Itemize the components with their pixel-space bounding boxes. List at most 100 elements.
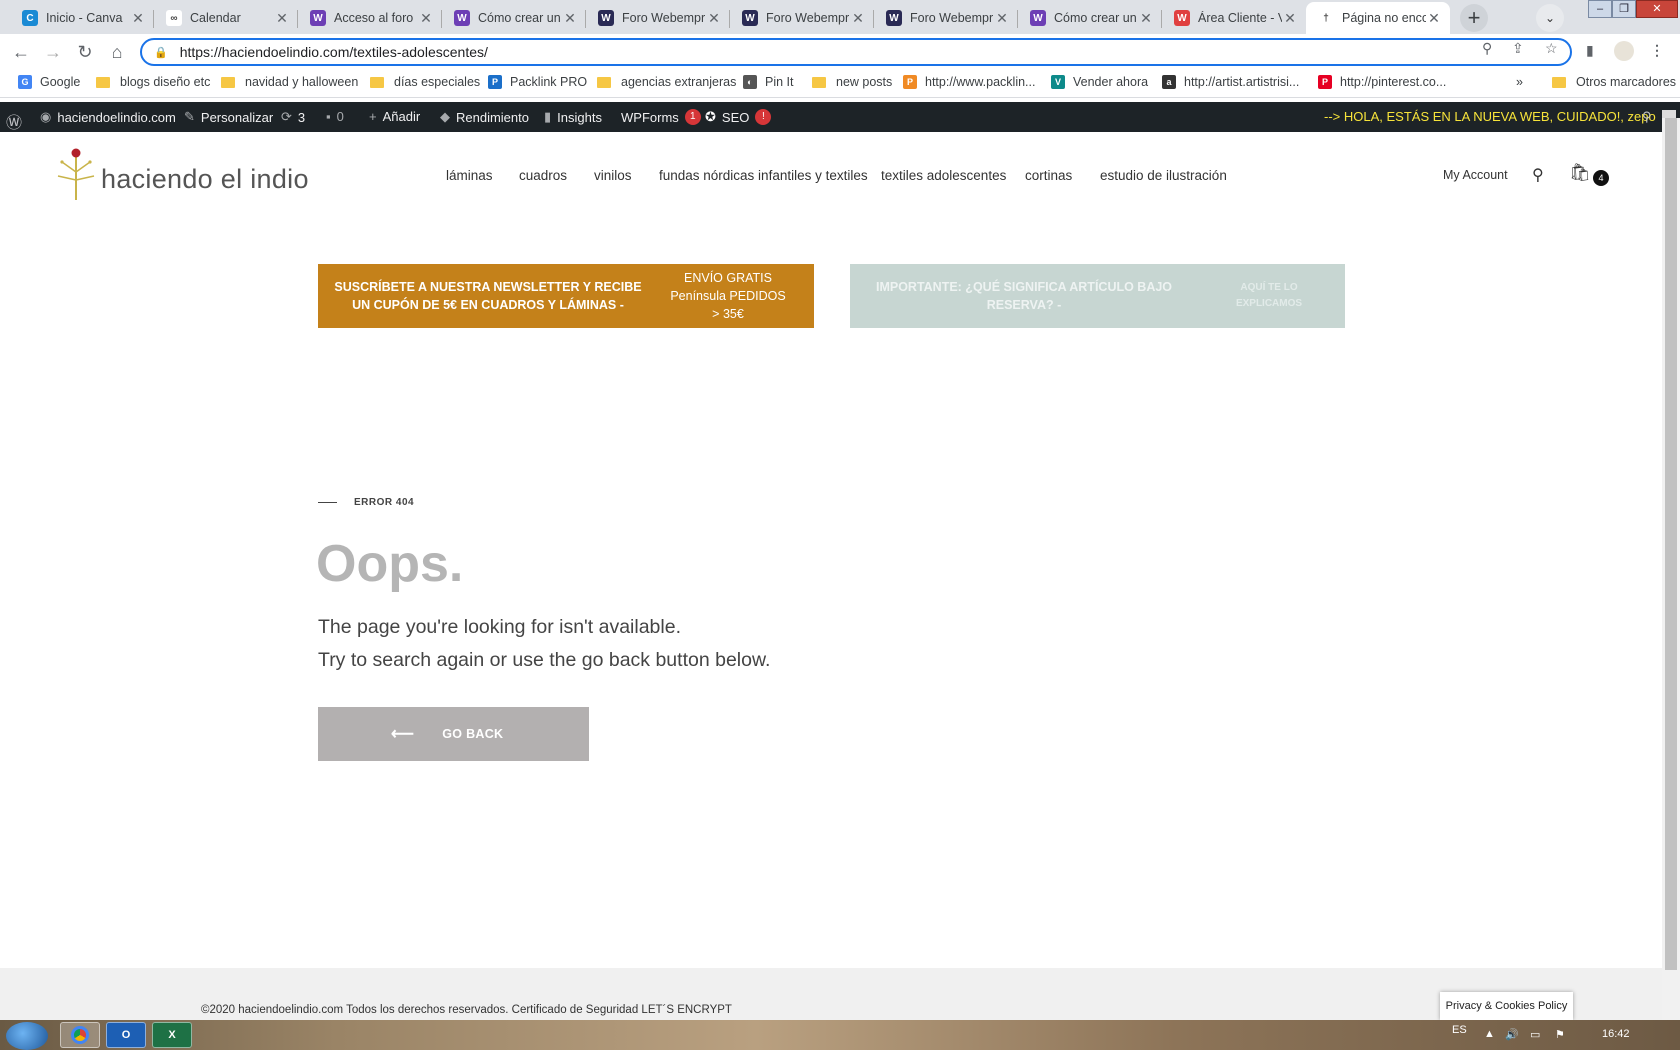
browser-tab[interactable]: ∞ Calendar ✕ — [154, 2, 298, 34]
search-icon[interactable]: ⚲ — [1532, 165, 1544, 185]
close-tab-icon[interactable]: ✕ — [418, 10, 434, 27]
tab-title: Foro Webempr — [766, 11, 850, 25]
admin-wpforms-link[interactable]: WPForms 1 — [621, 109, 701, 125]
zoom-icon[interactable]: ⚲ — [1482, 40, 1492, 57]
browser-tab[interactable]: W Foro Webempr ✕ — [586, 2, 730, 34]
admin-add-link[interactable]: + Añadir — [369, 109, 420, 124]
admin-performance-link[interactable]: ◆ Rendimiento — [440, 109, 529, 125]
folder-icon — [96, 76, 110, 88]
share-icon[interactable]: ⇪ — [1512, 40, 1524, 57]
back-icon[interactable]: ← — [10, 41, 32, 63]
admin-greeting[interactable]: --> HOLA, ESTÁS EN LA NUEVA WEB, CUIDADO… — [1324, 109, 1676, 124]
bookmark-label: http://artist.artistrisi... — [1184, 75, 1300, 89]
close-tab-icon[interactable]: ✕ — [994, 10, 1010, 27]
browser-tab[interactable]: W Acceso al foro ✕ — [298, 2, 442, 34]
browser-tab[interactable]: W Cómo crear un ✕ — [1018, 2, 1162, 34]
star-icon[interactable]: ☆ — [1545, 40, 1558, 57]
reload-icon[interactable]: ↻ — [74, 41, 96, 63]
maximize-icon[interactable]: ❐ — [1612, 0, 1636, 18]
bookmark-item[interactable]: a http://artist.artistrisi... — [1162, 75, 1299, 89]
nav-fundas-nordicas[interactable]: fundas nórdicas infantiles y textiles — [659, 168, 868, 183]
footer-copyright: ©2020 haciendoelindio.com Todos los dere… — [201, 1004, 732, 1016]
close-tab-icon[interactable]: ✕ — [562, 10, 578, 27]
admin-seo-label: SEO — [721, 109, 750, 125]
address-bar[interactable]: 🔒 https://haciendoelindio.com/textiles-a… — [140, 38, 1572, 66]
network-icon[interactable]: ▭ — [1530, 1028, 1540, 1041]
reservation-link[interactable]: AQUÍ TE LO EXPLICAMOS — [1190, 280, 1330, 312]
browser-tab[interactable]: W Foro Webempr ✕ — [730, 2, 874, 34]
admin-seo-link[interactable]: ✪ SEO! — [705, 109, 772, 125]
bookmark-item[interactable]: Phttp://pinterest.co... — [1318, 75, 1446, 89]
browser-tab[interactable]: W Área Cliente - V ✕ — [1162, 2, 1306, 34]
nav-cuadros[interactable]: cuadros — [519, 168, 567, 183]
home-icon[interactable]: ⌂ — [106, 41, 128, 63]
go-back-button[interactable]: ⟵ GO BACK — [318, 707, 589, 761]
browser-tab[interactable]: C Inicio - Canva ✕ — [10, 2, 154, 34]
bookmark-item[interactable]: P Packlink PRO — [488, 75, 587, 89]
start-button[interactable] — [6, 1022, 48, 1050]
outlook-taskbar-icon[interactable]: O — [106, 1022, 146, 1048]
browser-tab[interactable]: W Foro Webempr ✕ — [874, 2, 1018, 34]
scrollbar-thumb[interactable] — [1665, 118, 1677, 970]
admin-customize-link[interactable]: ✎ Personalizar — [184, 109, 273, 125]
bookmark-item[interactable]: días especiales — [370, 75, 480, 89]
cart-icon[interactable]: 🛍 — [1569, 163, 1591, 183]
close-tab-icon[interactable]: ✕ — [1138, 10, 1154, 27]
tab-search-icon[interactable]: ⌄ — [1536, 4, 1564, 32]
other-bookmarks[interactable]: Otros marcadores — [1552, 75, 1676, 89]
wordpress-logo-icon[interactable]: Ⓦ — [6, 109, 28, 133]
site-logo[interactable]: haciendo el indio — [56, 144, 316, 202]
volume-icon[interactable]: 🔊 — [1505, 1028, 1519, 1041]
clock[interactable]: 16:42 — [1602, 1028, 1630, 1040]
bookmark-label: Vender ahora — [1073, 75, 1149, 89]
nav-cortinas[interactable]: cortinas — [1025, 168, 1072, 183]
close-tab-icon[interactable]: ✕ — [706, 10, 722, 27]
bookmark-label: Google — [40, 75, 81, 89]
new-tab-icon[interactable]: + — [1460, 4, 1488, 32]
admin-site-link[interactable]: ◉ haciendoelindio.com — [40, 109, 176, 125]
close-tab-icon[interactable]: ✕ — [274, 10, 290, 27]
chrome-taskbar-icon[interactable] — [60, 1022, 100, 1048]
error-label: ERROR 404 — [318, 497, 414, 508]
excel-taskbar-icon[interactable]: X — [152, 1022, 192, 1048]
profile-avatar[interactable] — [1614, 41, 1634, 61]
bookmarks-more-icon[interactable]: » — [1516, 75, 1523, 89]
close-tab-icon[interactable]: ✕ — [130, 10, 146, 27]
bookmark-item[interactable]: new posts — [812, 75, 892, 89]
tray-expand-icon[interactable]: ▲ — [1484, 1028, 1495, 1040]
nav-estudio-ilustracion[interactable]: estudio de ilustración — [1100, 168, 1227, 183]
forward-icon[interactable]: → — [42, 41, 64, 63]
close-tab-icon[interactable]: ✕ — [1282, 10, 1298, 27]
reservation-banner[interactable]: IMPORTANTE: ¿QUÉ SIGNIFICA ARTÍCULO BAJO… — [850, 264, 1345, 328]
side-panel-icon[interactable]: ▮ — [1586, 42, 1594, 59]
page-scrollbar[interactable] — [1662, 118, 1680, 1020]
bookmark-item[interactable]: blogs diseño etc — [96, 75, 210, 89]
bookmark-item[interactable]: navidad y halloween — [221, 75, 358, 89]
browser-tab[interactable]: W Cómo crear un ✕ — [442, 2, 586, 34]
bookmark-item[interactable]: V Vender ahora — [1051, 75, 1148, 89]
language-indicator[interactable]: ES — [1452, 1024, 1467, 1036]
close-tab-icon[interactable]: ✕ — [850, 10, 866, 27]
admin-search-icon[interactable]: ⚲ — [1642, 109, 1652, 125]
bookmark-item[interactable]: Phttp://www.packlin... — [903, 75, 1035, 89]
admin-insights-link[interactable]: ▮ Insights — [544, 109, 602, 125]
admin-comments-link[interactable]: ▪ 0 — [326, 109, 344, 124]
close-window-icon[interactable]: ✕ — [1636, 0, 1678, 18]
close-tab-icon[interactable]: ✕ — [1426, 10, 1442, 27]
action-center-icon[interactable]: ⚑ — [1555, 1028, 1565, 1041]
admin-updates-link[interactable]: ⟳ 3 — [281, 109, 305, 125]
newsletter-banner[interactable]: SUSCRÍBETE A NUESTRA NEWSLETTER Y RECIBE… — [318, 264, 814, 328]
privacy-cookies-button[interactable]: Privacy & Cookies Policy — [1440, 992, 1573, 1020]
comment-icon: ▪ — [326, 109, 331, 124]
menu-icon[interactable]: ⋮ — [1650, 42, 1664, 59]
bookmark-item[interactable]: ◐ Pin It — [743, 75, 794, 89]
nav-laminas[interactable]: láminas — [446, 168, 493, 183]
nav-vinilos[interactable]: vinilos — [594, 168, 632, 183]
bookmark-item[interactable]: G Google — [18, 75, 80, 89]
my-account-link[interactable]: My Account — [1443, 168, 1508, 182]
nav-textiles-adolescentes[interactable]: textiles adolescentes — [881, 168, 1006, 183]
bookmark-label: navidad y halloween — [245, 75, 359, 89]
minimize-icon[interactable]: – — [1588, 0, 1612, 18]
browser-tab[interactable]: † Página no enco ✕ — [1306, 2, 1450, 34]
bookmark-item[interactable]: agencias extranjeras — [597, 75, 736, 89]
